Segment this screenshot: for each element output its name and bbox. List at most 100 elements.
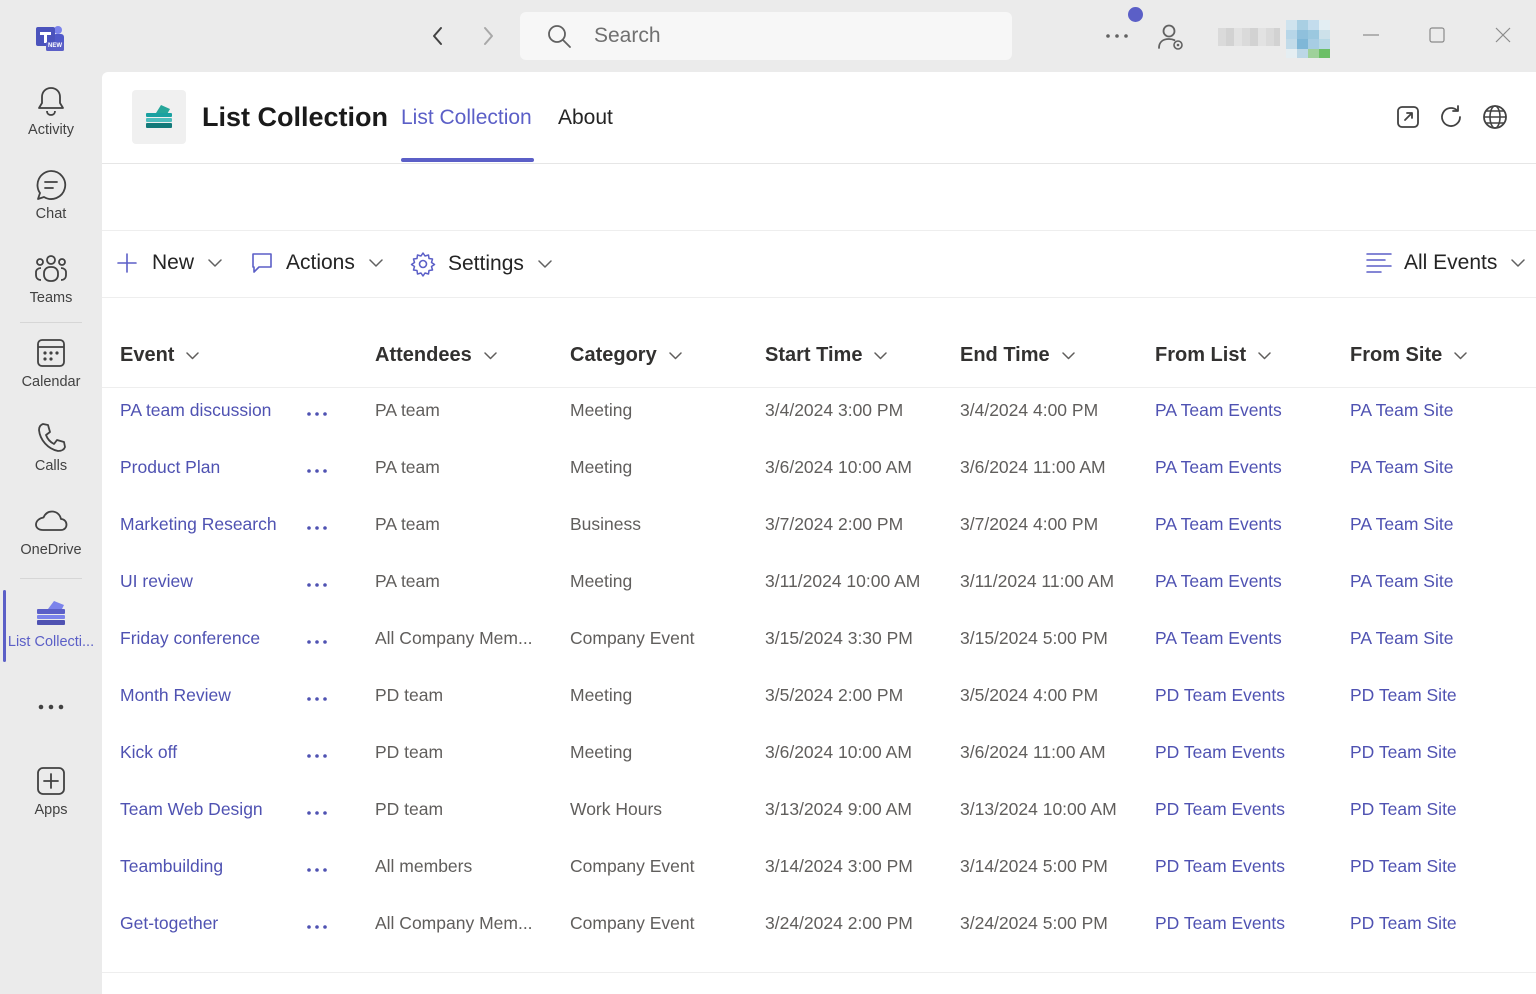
event-link[interactable]: Friday conference (120, 628, 260, 649)
maximize-button[interactable] (1422, 20, 1452, 50)
row-more-button[interactable] (304, 461, 330, 481)
refresh-button[interactable] (1438, 104, 1464, 130)
table-row[interactable]: UI review PA team Meeting 3/11/2024 10:0… (102, 559, 1536, 616)
app-header: List Collection List Collection About (102, 72, 1536, 164)
from-list-link[interactable]: PD Team Events (1155, 913, 1285, 934)
avatar[interactable] (1286, 20, 1330, 58)
from-list-link[interactable]: PA Team Events (1155, 400, 1282, 421)
event-link[interactable]: PA team discussion (120, 400, 271, 421)
table-row[interactable]: Friday conference All Company Mem... Com… (102, 616, 1536, 673)
table-row[interactable]: Kick off PD team Meeting 3/6/2024 10:00 … (102, 730, 1536, 787)
from-site-link[interactable]: PD Team Site (1350, 856, 1457, 877)
event-link[interactable]: Teambuilding (120, 856, 223, 877)
more-options-button[interactable] (1100, 24, 1134, 48)
row-more-button[interactable] (304, 917, 330, 937)
from-list-link[interactable]: PD Team Events (1155, 742, 1285, 763)
close-button[interactable] (1488, 20, 1518, 50)
search-box[interactable] (520, 12, 1012, 60)
teams-logo-icon: NEW (34, 22, 68, 52)
rail-item-teams[interactable]: Teams (0, 252, 102, 328)
minimize-icon (1363, 34, 1379, 36)
forward-button[interactable] (474, 22, 502, 50)
column-header-end-time[interactable]: End Time (960, 344, 1075, 367)
bell-icon (34, 84, 68, 118)
from-site-link[interactable]: PD Team Site (1350, 685, 1457, 706)
from-list-link[interactable]: PA Team Events (1155, 571, 1282, 592)
table-row[interactable]: Product Plan PA team Meeting 3/6/2024 10… (102, 445, 1536, 502)
table-row[interactable]: Month Review PD team Meeting 3/5/2024 2:… (102, 673, 1536, 730)
column-header-from-list[interactable]: From List (1155, 344, 1271, 367)
from-list-link[interactable]: PD Team Events (1155, 685, 1285, 706)
from-site-link[interactable]: PA Team Site (1350, 571, 1453, 592)
from-site-link[interactable]: PD Team Site (1350, 799, 1457, 820)
from-site-link[interactable]: PD Team Site (1350, 742, 1457, 763)
actions-button[interactable]: Actions (250, 251, 383, 275)
event-link[interactable]: Kick off (120, 742, 177, 763)
rail-item-calendar[interactable]: Calendar (0, 336, 102, 412)
rail-item-apps[interactable]: Apps (0, 764, 102, 840)
settings-button[interactable]: Settings (410, 251, 552, 277)
chevron-down-icon (668, 351, 682, 359)
column-header-start-time[interactable]: Start Time (765, 344, 888, 367)
category-cell: Company Event (570, 628, 695, 648)
back-button[interactable] (424, 22, 452, 50)
row-more-button[interactable] (304, 518, 330, 538)
row-more-button[interactable] (304, 404, 330, 424)
row-more-button[interactable] (304, 746, 330, 766)
table-row[interactable]: Marketing Research PA team Business 3/7/… (102, 502, 1536, 559)
event-link[interactable]: Product Plan (120, 457, 220, 478)
attendees-cell: PA team (375, 571, 440, 591)
from-list-link[interactable]: PA Team Events (1155, 514, 1282, 535)
from-list-link[interactable]: PA Team Events (1155, 628, 1282, 649)
row-more-button[interactable] (304, 803, 330, 823)
from-site-link[interactable]: PA Team Site (1350, 514, 1453, 535)
start-time-cell: 3/14/2024 3:00 PM (765, 856, 913, 876)
end-time-cell: 3/6/2024 11:00 AM (960, 457, 1106, 477)
chevron-down-icon (369, 259, 383, 267)
rail-item-calls[interactable]: Calls (0, 420, 102, 496)
row-more-button[interactable] (304, 860, 330, 880)
table-row[interactable]: Get-together All Company Mem... Company … (102, 901, 1536, 958)
column-header-label: From Site (1350, 344, 1443, 366)
people-button[interactable] (1156, 22, 1186, 52)
minimize-button[interactable] (1356, 20, 1386, 50)
event-link[interactable]: Team Web Design (120, 799, 263, 820)
tab-about[interactable]: About (558, 106, 613, 130)
from-site-link[interactable]: PA Team Site (1350, 628, 1453, 649)
row-more-button[interactable] (304, 689, 330, 709)
from-list-link[interactable]: PD Team Events (1155, 856, 1285, 877)
popout-button[interactable] (1395, 104, 1421, 130)
event-link[interactable]: UI review (120, 571, 193, 592)
view-selector[interactable]: All Events (1366, 251, 1526, 275)
attendees-cell: All members (375, 856, 473, 876)
rail-item-list-collection[interactable]: List Collecti... (0, 596, 102, 672)
app-rail: Activity Chat Teams Calendar Calls OneDr… (0, 72, 102, 994)
end-time-cell: 3/7/2024 4:00 PM (960, 514, 1099, 534)
rail-item-onedrive[interactable]: OneDrive (0, 504, 102, 580)
table-row[interactable]: Teambuilding All members Company Event 3… (102, 844, 1536, 901)
from-list-link[interactable]: PA Team Events (1155, 457, 1282, 478)
from-site-link[interactable]: PD Team Site (1350, 913, 1457, 934)
event-link[interactable]: Month Review (120, 685, 231, 706)
search-input[interactable] (594, 24, 974, 48)
event-link[interactable]: Get-together (120, 913, 218, 934)
rail-item-chat[interactable]: Chat (0, 168, 102, 244)
category-cell: Company Event (570, 856, 695, 876)
row-more-button[interactable] (304, 632, 330, 652)
event-link[interactable]: Marketing Research (120, 514, 277, 535)
from-site-link[interactable]: PA Team Site (1350, 457, 1453, 478)
rail-more-apps-button[interactable] (0, 692, 102, 722)
new-button[interactable]: New (116, 251, 222, 275)
column-header-event[interactable]: Event (120, 344, 200, 367)
column-header-from-site[interactable]: From Site (1350, 344, 1467, 367)
row-more-button[interactable] (304, 575, 330, 595)
tab-list-collection[interactable]: List Collection (401, 106, 532, 130)
table-row[interactable]: Team Web Design PD team Work Hours 3/13/… (102, 787, 1536, 844)
from-site-link[interactable]: PA Team Site (1350, 400, 1453, 421)
rail-item-activity[interactable]: Activity (0, 84, 102, 160)
column-header-attendees[interactable]: Attendees (375, 344, 497, 367)
column-header-category[interactable]: Category (570, 344, 682, 367)
open-in-browser-button[interactable] (1482, 104, 1508, 130)
from-list-link[interactable]: PD Team Events (1155, 799, 1285, 820)
table-row[interactable]: PA team discussion PA team Meeting 3/4/2… (102, 388, 1536, 445)
